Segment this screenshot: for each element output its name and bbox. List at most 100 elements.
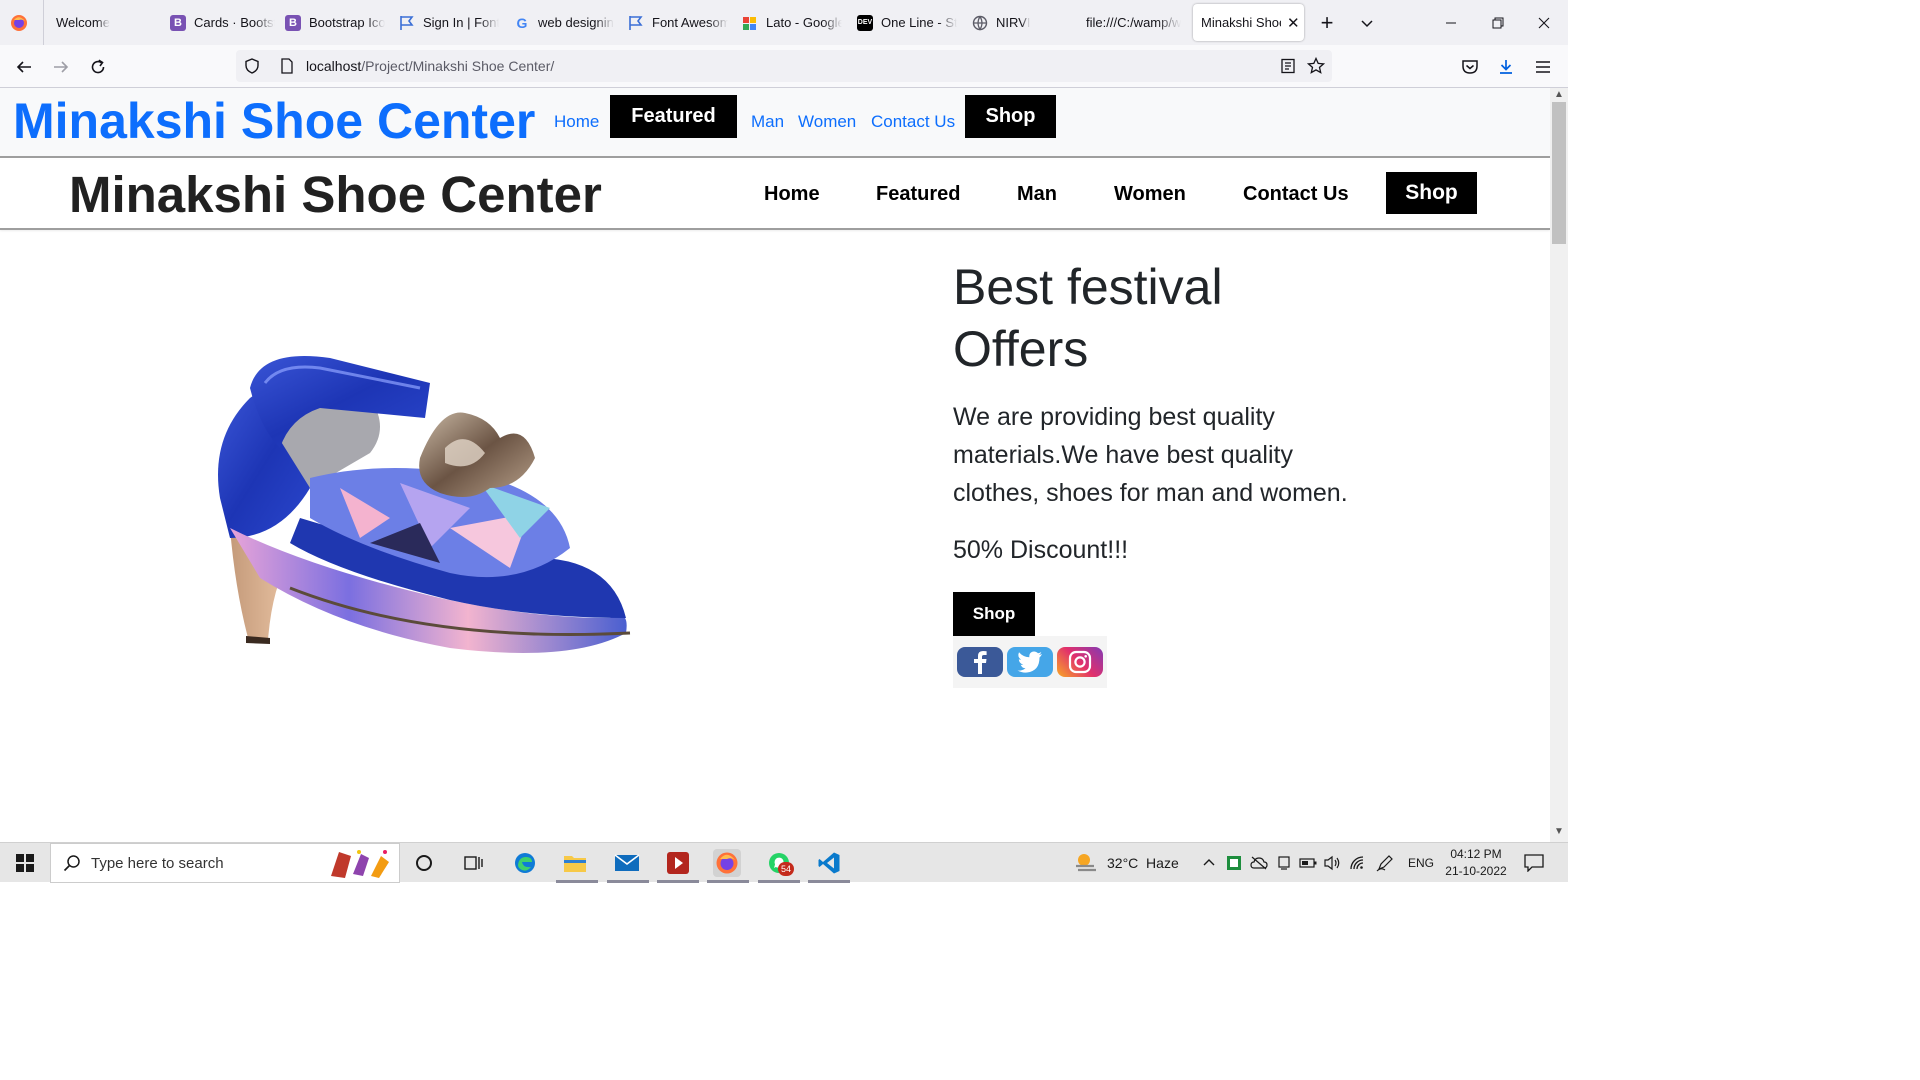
navbar-brand[interactable]: Minakshi Shoe Center [13, 92, 535, 150]
tab-minakshi-shoe-active[interactable]: Minakshi Shoe ✕ [1193, 4, 1304, 41]
firefox-app-button[interactable] [713, 849, 741, 877]
tab-sign-in-font-awesome[interactable]: Sign In | Font Awesome [399, 0, 499, 45]
tab-title: Minakshi Shoe [1201, 15, 1281, 30]
language-indicator[interactable]: ENG [1408, 843, 1434, 883]
list-all-tabs-button[interactable] [1344, 0, 1390, 45]
menu-item-featured[interactable]: Featured [876, 183, 960, 206]
url-host: localhost [306, 58, 362, 74]
restore-window-button[interactable] [1475, 0, 1521, 45]
vscode-icon [818, 852, 840, 874]
scroll-down-icon[interactable]: ▼ [1554, 826, 1564, 837]
tab-font-awesome[interactable]: Font Awesome [628, 0, 728, 45]
hero-heading: Best festival Offers [953, 259, 1223, 377]
site-title[interactable]: Minakshi Shoe Center [69, 165, 602, 224]
dev-icon: DEV [857, 14, 873, 31]
hero-description: We are providing best quality materials.… [953, 403, 1348, 507]
reader-view-icon[interactable] [1280, 58, 1296, 74]
whatsapp-app-button[interactable]: 54 [765, 849, 794, 877]
tab-welcome[interactable]: Welcome [56, 0, 156, 45]
cloud-tray-icon[interactable] [1250, 843, 1268, 883]
windows-logo-icon [16, 854, 34, 872]
tab-title: Lato - Google Fonts [766, 15, 842, 30]
edge-icon [515, 853, 535, 873]
tab-bootstrap-icons[interactable]: B Bootstrap Icons [285, 0, 385, 45]
app-menu-button[interactable] [1529, 53, 1557, 81]
tab-web-designing[interactable]: G web designing [514, 0, 614, 45]
minimize-window-button[interactable] [1428, 0, 1474, 45]
close-window-button[interactable] [1521, 0, 1567, 45]
taskbar-search-box[interactable]: Type here to search [50, 843, 400, 883]
edge-app-button[interactable] [511, 849, 539, 877]
device-tray-icon[interactable] [1277, 843, 1291, 883]
scroll-up-icon[interactable]: ▲ [1554, 89, 1564, 100]
tab-cards-bootstrap[interactable]: B Cards · Bootstrap [170, 0, 275, 45]
close-icon [1538, 17, 1550, 28]
firefox-running-indicator [707, 880, 749, 883]
close-tab-icon[interactable]: ✕ [1287, 14, 1300, 32]
show-hidden-icons-button[interactable] [1202, 843, 1216, 883]
tab-one-line[interactable]: DEV One Line - St [857, 0, 957, 45]
google-icon: G [516, 14, 528, 31]
menu-item-contact-us[interactable]: Contact Us [1243, 183, 1349, 206]
green-app-icon [1227, 856, 1241, 870]
start-button[interactable] [11, 849, 39, 877]
tab-title: file:///C:/wamp/w [1086, 15, 1182, 30]
facebook-icon[interactable] [957, 647, 1003, 677]
vscode-app-button[interactable] [815, 849, 843, 877]
pocket-button[interactable] [1456, 53, 1484, 81]
flag-icon [628, 15, 644, 31]
task-view-button[interactable] [460, 849, 488, 877]
explorer-running-indicator [556, 880, 598, 883]
cortana-button[interactable] [410, 849, 438, 877]
app-tray-icon[interactable] [1226, 843, 1242, 883]
nav-link-contact-us[interactable]: Contact Us [871, 112, 955, 132]
twitter-icon[interactable] [1007, 647, 1053, 677]
weather-widget[interactable]: 32°C Haze [1073, 843, 1179, 883]
tab-file-wamp[interactable]: file:///C:/wamp/w [1086, 0, 1182, 45]
bookmark-star-icon[interactable] [1307, 57, 1325, 75]
main-header: Minakshi Shoe Center Home Featured Man W… [0, 160, 1550, 230]
back-button[interactable] [10, 53, 38, 81]
page-icon[interactable] [280, 58, 300, 74]
notifications-button[interactable] [1524, 843, 1544, 883]
page-scrollbar[interactable]: ▲ ▼ [1550, 88, 1568, 842]
url-bar[interactable]: localhost/Project/Minakshi Shoe Center/ [236, 50, 1332, 82]
menu-item-home[interactable]: Home [764, 183, 820, 206]
tab-nirvi[interactable]: NIRVI [972, 0, 1072, 45]
downloads-button[interactable] [1492, 53, 1520, 81]
globe-icon [972, 15, 988, 31]
mail-app-button[interactable] [613, 849, 641, 877]
nav-link-home[interactable]: Home [554, 112, 599, 132]
nav-link-man[interactable]: Man [751, 112, 784, 132]
download-icon [1500, 60, 1512, 74]
hero-shop-button[interactable]: Shop [953, 592, 1035, 636]
url-text[interactable]: localhost/Project/Minakshi Shoe Center/ [306, 58, 554, 74]
url-path: /Project/Minakshi Shoe Center/ [361, 58, 555, 74]
top-navbar: Minakshi Shoe Center Home Featured Man W… [0, 88, 1550, 158]
battery-icon [1299, 858, 1317, 868]
shield-icon[interactable] [244, 58, 264, 74]
clock[interactable]: 04:12 PM 21-10-2022 [1444, 843, 1508, 883]
menu-shop-button[interactable]: Shop [1386, 172, 1477, 214]
reload-button[interactable] [84, 53, 112, 81]
whatsapp-running-indicator [758, 880, 800, 883]
nav-link-women[interactable]: Women [798, 112, 856, 132]
folder-icon [564, 856, 586, 872]
volume-tray-icon[interactable] [1323, 843, 1341, 883]
menu-item-women[interactable]: Women [1114, 183, 1186, 206]
menu-item-man[interactable]: Man [1017, 183, 1057, 206]
battery-tray-icon[interactable] [1299, 843, 1317, 883]
instagram-icon[interactable] [1057, 647, 1103, 677]
tab-lato-google-fonts[interactable]: Lato - Google Fonts [742, 0, 842, 45]
nav-button-featured[interactable]: Featured [610, 95, 737, 138]
firefox-menu-icon[interactable] [10, 0, 34, 45]
network-tray-icon[interactable] [1349, 843, 1365, 883]
file-explorer-button[interactable] [561, 849, 589, 877]
media-app-button[interactable] [664, 849, 692, 877]
scrollbar-thumb[interactable] [1552, 102, 1566, 244]
nav-button-shop[interactable]: Shop [965, 95, 1056, 138]
firefox-icon [716, 852, 738, 874]
pen-tray-icon[interactable] [1376, 843, 1394, 883]
wifi-icon [1350, 856, 1364, 870]
forward-button[interactable] [47, 53, 75, 81]
